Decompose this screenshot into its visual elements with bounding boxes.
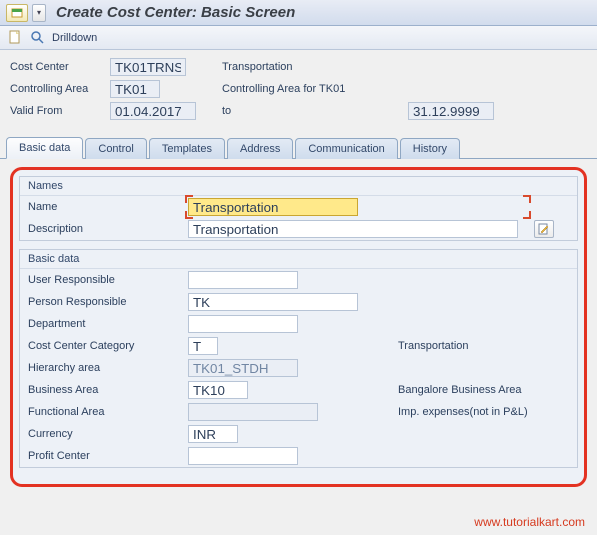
business-area-label: Business Area [28, 384, 188, 396]
page-title: Create Cost Center: Basic Screen [56, 4, 295, 21]
pencil-icon [538, 223, 550, 235]
profit-center-field[interactable] [188, 447, 298, 465]
person-responsible-label: Person Responsible [28, 296, 188, 308]
functional-area-field[interactable] [188, 403, 318, 421]
controlling-area-label: Controlling Area [10, 83, 110, 95]
titlebar: ▾ Create Cost Center: Basic Screen [0, 0, 597, 26]
tab-address[interactable]: Address [227, 138, 293, 159]
user-responsible-label: User Responsible [28, 274, 188, 286]
cc-category-field[interactable] [188, 337, 218, 355]
tab-basic-data[interactable]: Basic data [6, 137, 83, 159]
cc-category-label: Cost Center Category [28, 340, 188, 352]
highlight-bracket-icon [523, 211, 531, 219]
basic-data-group-title: Basic data [20, 250, 577, 269]
highlighted-panel: Names Name Description Basic data User R… [10, 167, 587, 487]
names-group-title: Names [20, 177, 577, 196]
cc-category-text: Transportation [388, 340, 588, 352]
hierarchy-field[interactable] [188, 359, 298, 377]
header-fields: Cost Center Transportation Controlling A… [0, 50, 597, 130]
department-field[interactable] [188, 315, 298, 333]
user-responsible-field[interactable] [188, 271, 298, 289]
name-label: Name [28, 201, 188, 213]
drilldown-label[interactable]: Drilldown [52, 32, 97, 44]
tab-templates[interactable]: Templates [149, 138, 225, 159]
currency-field[interactable] [188, 425, 238, 443]
menu-icon[interactable] [6, 4, 28, 22]
watermark: www.tutorialkart.com [474, 515, 585, 529]
business-area-text: Bangalore Business Area [388, 384, 588, 396]
hierarchy-label: Hierarchy area [28, 362, 188, 374]
controlling-area-field[interactable] [110, 80, 160, 98]
functional-area-label: Functional Area [28, 406, 188, 418]
department-label: Department [28, 318, 188, 330]
description-field[interactable] [188, 220, 518, 238]
person-responsible-field[interactable] [188, 293, 358, 311]
valid-from-label: Valid From [10, 105, 110, 117]
currency-label: Currency [28, 428, 188, 440]
controlling-area-text: Controlling Area for TK01 [218, 83, 378, 95]
names-group: Names Name Description [19, 176, 578, 241]
tab-communication[interactable]: Communication [295, 138, 397, 159]
functional-area-text: Imp. expenses(not in P&L) [388, 406, 588, 418]
tab-control[interactable]: Control [85, 138, 146, 159]
cost-center-text: Transportation [218, 61, 378, 73]
business-area-field[interactable] [188, 381, 248, 399]
description-label: Description [28, 223, 188, 235]
cost-center-field[interactable] [110, 58, 186, 76]
to-label: to [218, 105, 378, 117]
valid-to-field[interactable] [408, 102, 494, 120]
menu-dropdown-icon[interactable]: ▾ [32, 4, 46, 22]
profit-center-label: Profit Center [28, 450, 188, 462]
edit-description-button[interactable] [534, 220, 554, 238]
cost-center-label: Cost Center [10, 61, 110, 73]
valid-from-field[interactable] [110, 102, 196, 120]
basic-data-group: Basic data User Responsible Person Respo… [19, 249, 578, 468]
document-icon[interactable] [8, 30, 24, 46]
toolbar: Drilldown [0, 26, 597, 50]
tabs: Basic data Control Templates Address Com… [0, 136, 597, 159]
name-field[interactable] [188, 198, 358, 216]
tab-history[interactable]: History [400, 138, 460, 159]
highlight-bracket-icon [185, 211, 193, 219]
drilldown-icon[interactable] [30, 30, 46, 46]
highlight-bracket-icon [185, 195, 193, 203]
highlight-bracket-icon [523, 195, 531, 203]
